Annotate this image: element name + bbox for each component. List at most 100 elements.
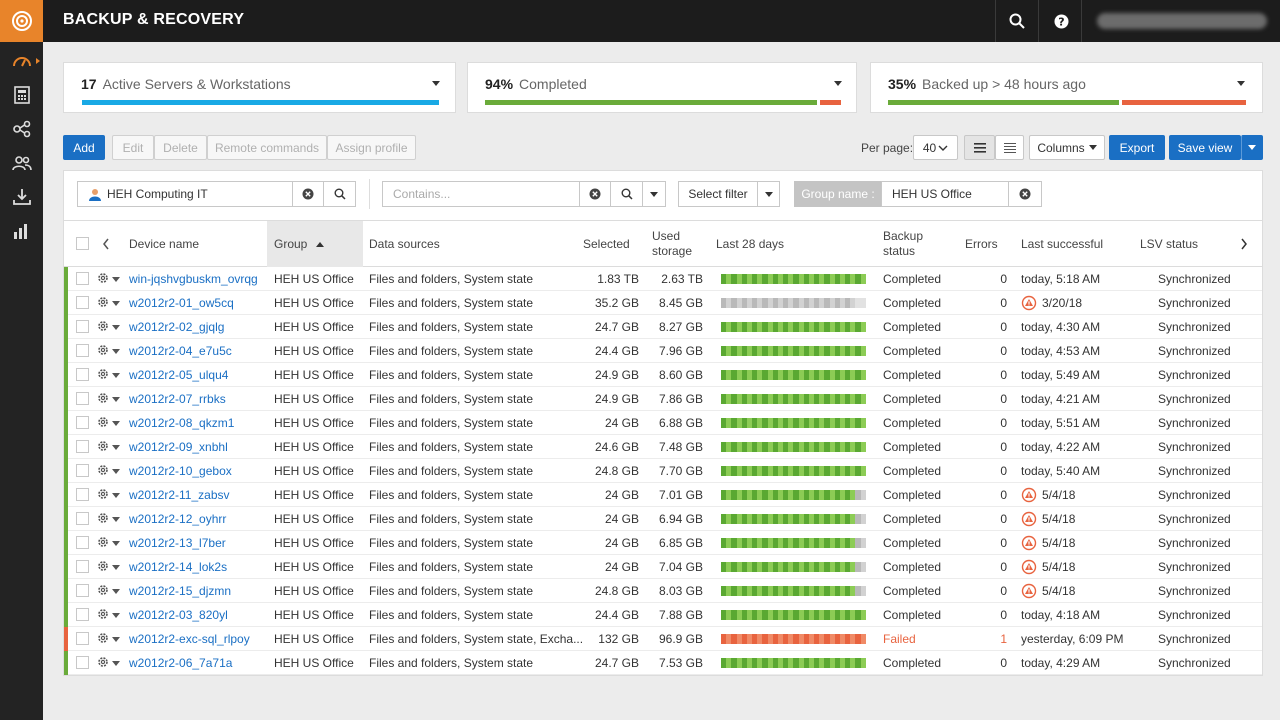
caret-down-icon[interactable] bbox=[112, 301, 120, 306]
row-checkbox[interactable] bbox=[76, 296, 89, 309]
clear-customer-button[interactable] bbox=[292, 181, 324, 207]
device-name-link[interactable]: w2012r2-03_820yl bbox=[129, 608, 228, 622]
save-view-button[interactable]: Save view bbox=[1169, 135, 1241, 160]
save-view-menu-button[interactable] bbox=[1241, 135, 1263, 160]
caret-down-icon[interactable] bbox=[112, 277, 120, 282]
col-selected[interactable]: Selected bbox=[583, 237, 630, 252]
row-checkbox[interactable] bbox=[76, 440, 89, 453]
row-checkbox[interactable] bbox=[76, 344, 89, 357]
device-name-link[interactable]: w2012r2-09_xnbhl bbox=[129, 440, 228, 454]
device-name-link[interactable]: w2012r2-04_e7u5c bbox=[129, 344, 232, 358]
table-row[interactable]: w2012r2-10_gebox HEH US Office Files and… bbox=[64, 459, 1262, 483]
row-checkbox[interactable] bbox=[76, 584, 89, 597]
table-row[interactable]: w2012r2-02_gjqlg HEH US Office Files and… bbox=[64, 315, 1262, 339]
table-row[interactable]: w2012r2-13_l7ber HEH US Office Files and… bbox=[64, 531, 1262, 555]
caret-down-icon[interactable] bbox=[112, 493, 120, 498]
caret-down-icon[interactable] bbox=[112, 565, 120, 570]
table-row[interactable]: w2012r2-09_xnbhl HEH US Office Files and… bbox=[64, 435, 1262, 459]
table-row[interactable]: w2012r2-04_e7u5c HEH US Office Files and… bbox=[64, 339, 1262, 363]
table-row[interactable]: w2012r2-08_qkzm1 HEH US Office Files and… bbox=[64, 411, 1262, 435]
chevron-left-icon[interactable] bbox=[102, 238, 110, 250]
col-errors[interactable]: Errors bbox=[965, 237, 998, 252]
assign-profile-button[interactable]: Assign profile bbox=[327, 135, 416, 160]
device-name-link[interactable]: w2012r2-12_oyhrr bbox=[129, 512, 226, 526]
compact-view-button[interactable] bbox=[995, 135, 1024, 160]
table-row[interactable]: w2012r2-12_oyhrr HEH US Office Files and… bbox=[64, 507, 1262, 531]
download-icon[interactable] bbox=[0, 180, 43, 214]
table-row[interactable]: w2012r2-15_djzmn HEH US Office Files and… bbox=[64, 579, 1262, 603]
clear-contains-button[interactable] bbox=[579, 181, 611, 207]
group-name-value[interactable]: HEH US Office bbox=[881, 181, 1009, 207]
row-checkbox[interactable] bbox=[76, 656, 89, 669]
row-checkbox[interactable] bbox=[76, 560, 89, 573]
row-checkbox[interactable] bbox=[76, 368, 89, 381]
gear-icon[interactable] bbox=[97, 608, 109, 620]
row-checkbox[interactable] bbox=[76, 392, 89, 405]
user-account[interactable] bbox=[1097, 13, 1267, 29]
caret-down-icon[interactable] bbox=[112, 325, 120, 330]
gear-icon[interactable] bbox=[97, 344, 109, 356]
help-icon[interactable]: ? bbox=[1051, 11, 1071, 31]
caret-down-icon[interactable] bbox=[112, 421, 120, 426]
select-filter-dropdown[interactable]: Select filter bbox=[678, 181, 758, 207]
caret-down-icon[interactable] bbox=[112, 637, 120, 642]
device-name-link[interactable]: w2012r2-06_7a71a bbox=[129, 656, 232, 670]
row-checkbox[interactable] bbox=[76, 512, 89, 525]
dashboard-icon[interactable] bbox=[0, 44, 43, 78]
row-checkbox[interactable] bbox=[76, 464, 89, 477]
row-checkbox[interactable] bbox=[76, 608, 89, 621]
table-row[interactable]: w2012r2-01_ow5cq HEH US Office Files and… bbox=[64, 291, 1262, 315]
caret-down-icon[interactable] bbox=[112, 397, 120, 402]
bar-chart-icon[interactable] bbox=[0, 214, 43, 248]
caret-down-icon[interactable] bbox=[112, 445, 120, 450]
device-name-link[interactable]: w2012r2-15_djzmn bbox=[129, 584, 231, 598]
device-name-link[interactable]: w2012r2-14_lok2s bbox=[129, 560, 227, 574]
device-name-link[interactable]: w2012r2-13_l7ber bbox=[129, 536, 226, 550]
row-checkbox[interactable] bbox=[76, 632, 89, 645]
network-icon[interactable] bbox=[0, 112, 43, 146]
table-row[interactable]: w2012r2-03_820yl HEH US Office Files and… bbox=[64, 603, 1262, 627]
device-name-link[interactable]: w2012r2-05_ulqu4 bbox=[129, 368, 228, 382]
per-page-select[interactable]: 40 bbox=[913, 135, 958, 160]
col-last-28-days[interactable]: Last 28 days bbox=[716, 237, 784, 252]
caret-down-icon[interactable] bbox=[112, 541, 120, 546]
table-row[interactable]: w2012r2-11_zabsv HEH US Office Files and… bbox=[64, 483, 1262, 507]
export-button[interactable]: Export bbox=[1109, 135, 1165, 160]
device-name-link[interactable]: win-jqshvgbuskm_ovrqg bbox=[129, 272, 258, 286]
customer-search-button[interactable] bbox=[323, 181, 356, 207]
device-name-link[interactable]: w2012r2-07_rrbks bbox=[129, 392, 226, 406]
caret-down-icon[interactable] bbox=[112, 517, 120, 522]
caret-down-icon[interactable] bbox=[112, 373, 120, 378]
caret-down-icon[interactable] bbox=[112, 349, 120, 354]
device-name-link[interactable]: w2012r2-10_gebox bbox=[129, 464, 232, 478]
device-name-link[interactable]: w2012r2-02_gjqlg bbox=[129, 320, 224, 334]
caret-down-icon[interactable] bbox=[112, 613, 120, 618]
clear-group-button[interactable] bbox=[1008, 181, 1042, 207]
row-checkbox[interactable] bbox=[76, 272, 89, 285]
app-logo-icon[interactable] bbox=[0, 0, 43, 42]
list-view-button[interactable] bbox=[964, 135, 995, 160]
customer-filter[interactable]: HEH Computing IT bbox=[77, 181, 293, 207]
gear-icon[interactable] bbox=[97, 560, 109, 572]
table-row[interactable]: w2012r2-14_lok2s HEH US Office Files and… bbox=[64, 555, 1262, 579]
columns-button[interactable]: Columns bbox=[1029, 135, 1105, 160]
gear-icon[interactable] bbox=[97, 464, 109, 476]
summary-card-active[interactable]: 17 Active Servers & Workstations bbox=[63, 62, 456, 113]
gear-icon[interactable] bbox=[97, 584, 109, 596]
gear-icon[interactable] bbox=[97, 440, 109, 452]
device-name-link[interactable]: w2012r2-01_ow5cq bbox=[129, 296, 234, 310]
gear-icon[interactable] bbox=[97, 296, 109, 308]
summary-card-completed[interactable]: 94% Completed bbox=[467, 62, 857, 113]
contains-input[interactable]: Contains... bbox=[382, 181, 580, 207]
gear-icon[interactable] bbox=[97, 536, 109, 548]
gear-icon[interactable] bbox=[97, 368, 109, 380]
add-button[interactable]: Add bbox=[63, 135, 105, 160]
delete-button[interactable]: Delete bbox=[154, 135, 207, 160]
gear-icon[interactable] bbox=[97, 392, 109, 404]
gear-icon[interactable] bbox=[97, 512, 109, 524]
summary-card-backed-up[interactable]: 35% Backed up > 48 hours ago bbox=[870, 62, 1263, 113]
calculator-icon[interactable] bbox=[0, 78, 43, 112]
row-checkbox[interactable] bbox=[76, 488, 89, 501]
contains-menu-button[interactable] bbox=[642, 181, 666, 207]
contains-search-button[interactable] bbox=[610, 181, 643, 207]
